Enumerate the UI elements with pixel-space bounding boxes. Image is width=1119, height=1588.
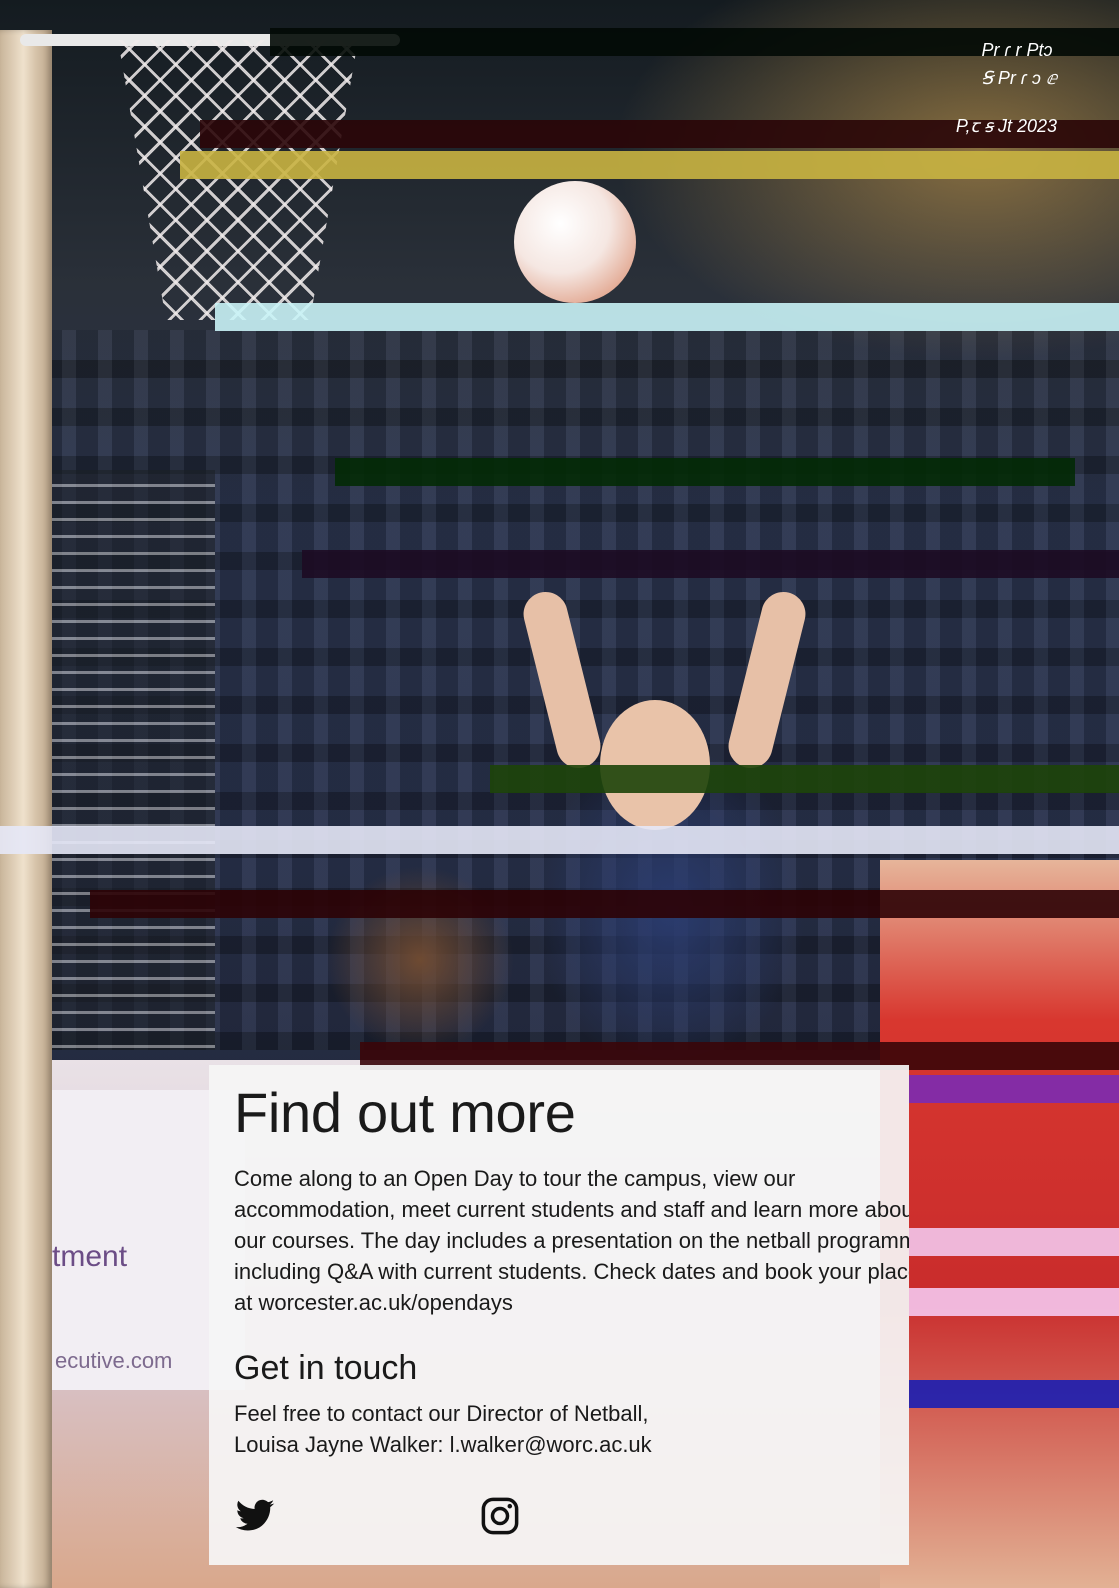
twitter-icon-graphic [235, 1499, 275, 1531]
glitch-strip [180, 151, 1119, 179]
glitch-strip [909, 1075, 1119, 1103]
social-header-year: 2023 [1016, 116, 1057, 136]
open-days-link[interactable]: worcester.ac.uk/opendays [258, 1290, 512, 1315]
social-header-line-2: Ꞩ Pr ɾ ͻ ⅇ [981, 68, 1058, 88]
sponsor-board-text: tment [52, 1240, 128, 1273]
glitch-strip [335, 458, 1075, 486]
glitch-strip [490, 765, 1119, 793]
glitch-strip [909, 1228, 1119, 1256]
sponsor-board-url: ecutive.com [55, 1348, 173, 1373]
social-header-label: P,ꞇ ꞩ Jt [955, 116, 1017, 136]
glitch-strip [302, 550, 1119, 578]
contact-heading: Get in touch [234, 1349, 418, 1387]
instagram-icon-graphic [481, 1497, 519, 1535]
social-header-line-3: P,ꞇ ꞩ Jt 2023 [956, 112, 1057, 140]
social-header-line-1: Pr ɾ r Ptɔ [981, 40, 1053, 60]
netball-ball [514, 181, 636, 303]
open-day-paragraph: Come along to an Open Day to tour the ca… [234, 1163, 909, 1318]
social-header: Pr ɾ r Ptɔ Ꞩ Pr ɾ ͻ ⅇ P,ꞇ ꞩ Jt 2023 [956, 36, 1058, 136]
player-right-red-kit [880, 860, 1119, 1588]
glitch-strip [90, 890, 1119, 918]
stand-stairs [45, 470, 215, 1050]
find-out-more-card: Find out more Come along to an Open Day … [209, 1065, 909, 1565]
contact-line: Feel free to contact our Director of Net… [234, 1401, 649, 1426]
contact-details: Feel free to contact our Director of Net… [234, 1398, 885, 1460]
netball-post [0, 30, 52, 1588]
twitter-icon[interactable] [234, 1495, 276, 1537]
glitch-strip [909, 1288, 1119, 1316]
page-title: Find out more [234, 1081, 576, 1144]
player-left [310, 850, 540, 1070]
glitch-strip [215, 303, 1119, 331]
glitch-strip [0, 826, 1119, 854]
contact-email-line[interactable]: Louisa Jayne Walker: l.walker@worc.ac.uk [234, 1429, 885, 1460]
social-links [234, 1495, 564, 1539]
instagram-icon[interactable] [479, 1495, 521, 1537]
glitch-strip [909, 1380, 1119, 1408]
